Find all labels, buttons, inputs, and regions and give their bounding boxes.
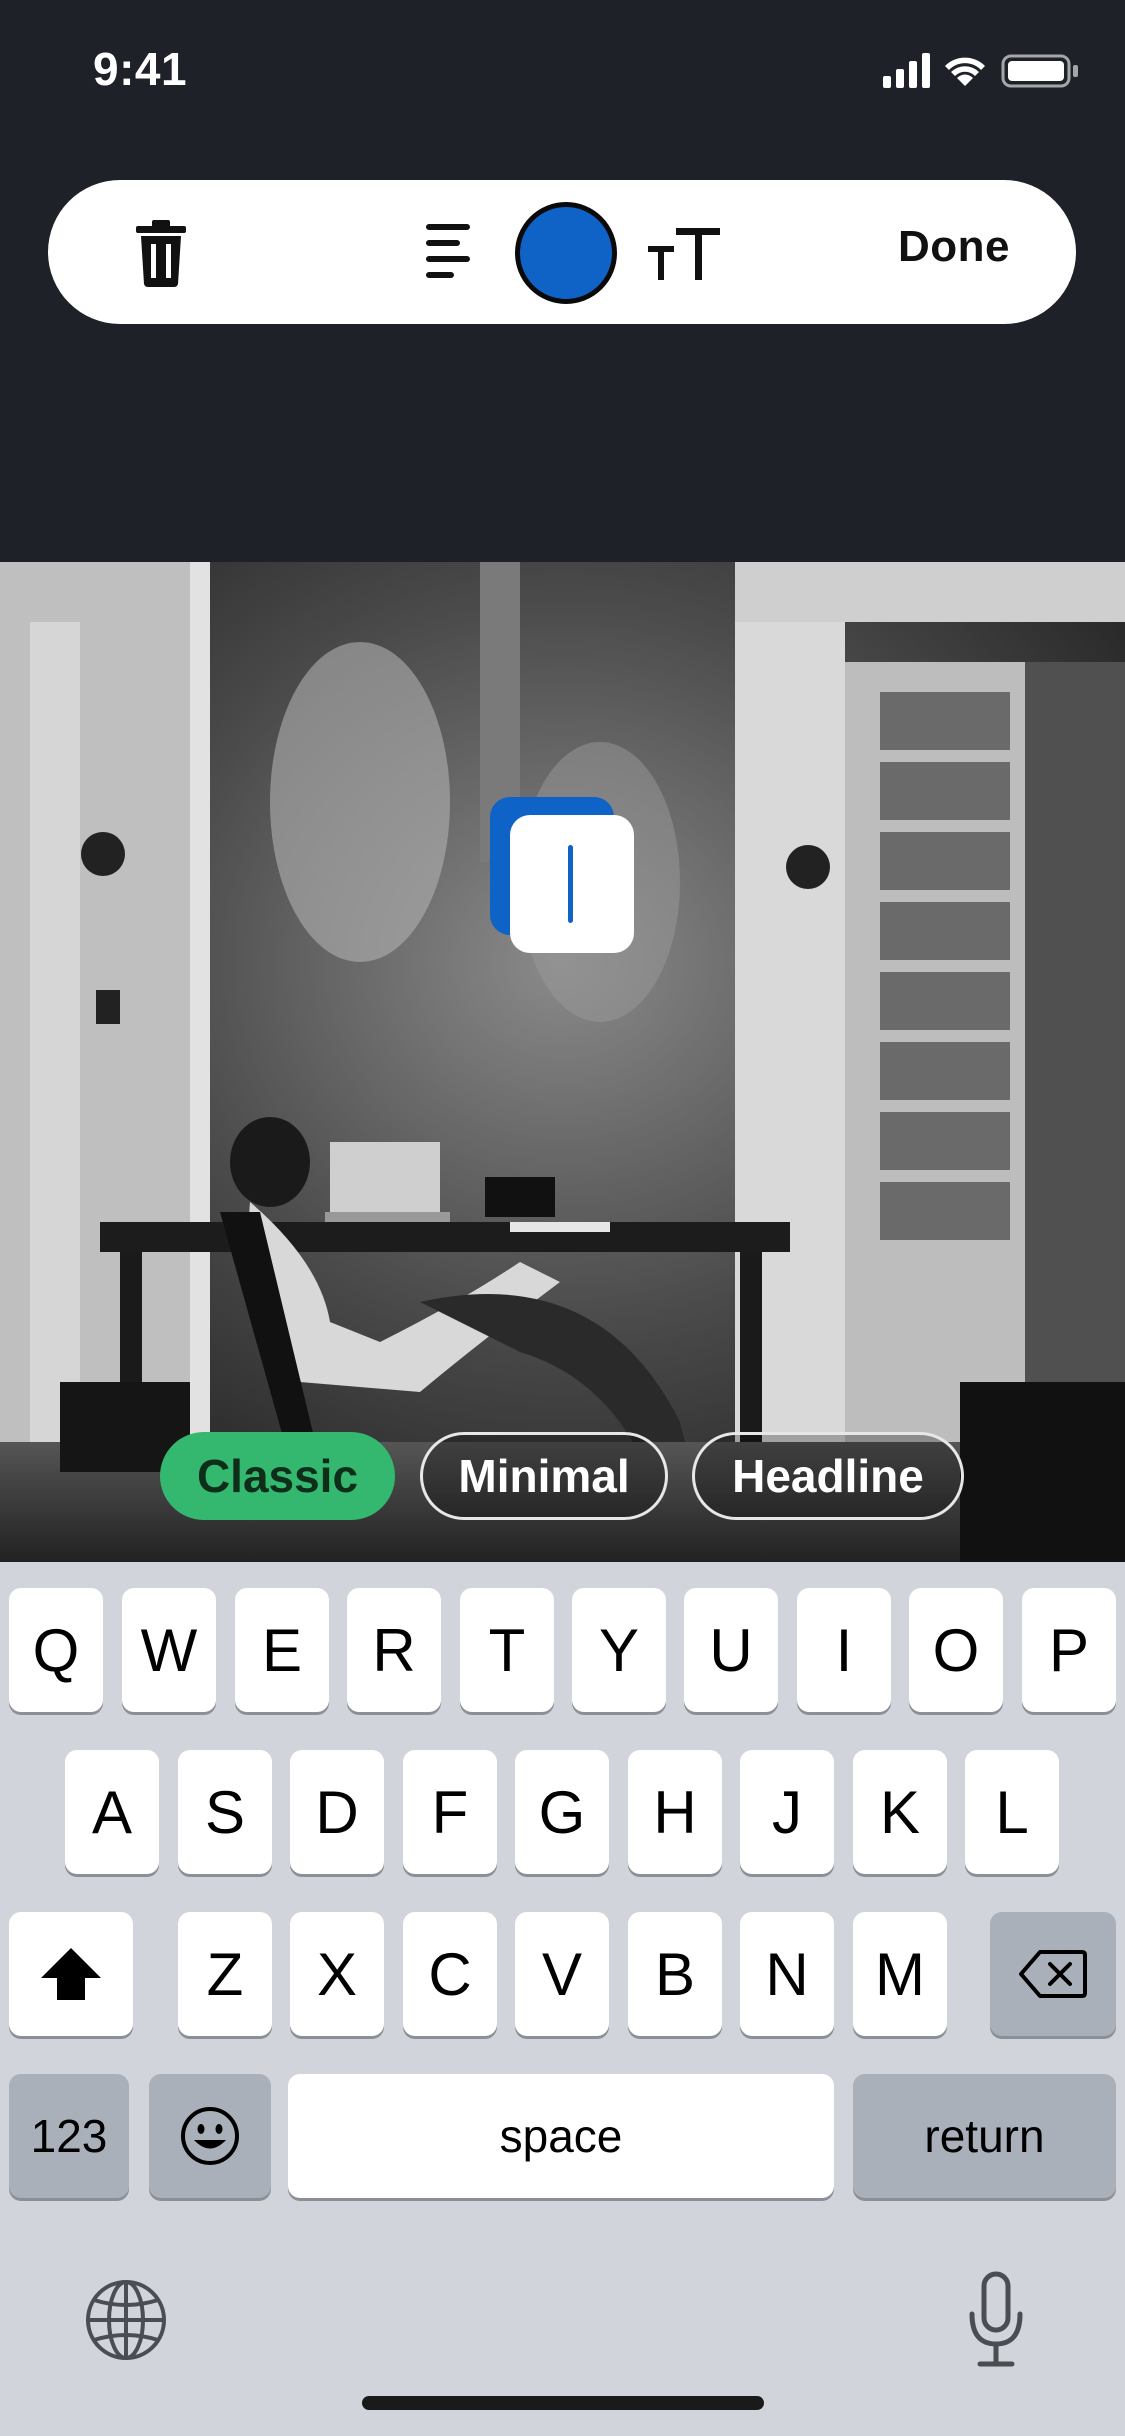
text-input-box[interactable]	[510, 815, 634, 953]
key-e[interactable]: E	[235, 1588, 329, 1712]
key-y[interactable]: Y	[572, 1588, 666, 1712]
key-b[interactable]: B	[628, 1912, 722, 2036]
wifi-icon	[945, 57, 985, 86]
done-button[interactable]: Done	[898, 222, 1010, 272]
battery-icon	[1001, 54, 1078, 88]
key-f[interactable]: F	[403, 1750, 497, 1874]
key-x[interactable]: X	[290, 1912, 384, 2036]
text-editing-toolbar: Done	[48, 180, 1076, 324]
color-picker-button[interactable]	[515, 202, 617, 304]
home-indicator[interactable]	[362, 2396, 764, 2410]
microphone-icon[interactable]	[964, 2270, 1028, 2370]
globe-icon[interactable]	[84, 2278, 168, 2362]
text-style-selector: Classic Minimal Headline	[0, 1432, 1125, 1526]
shift-icon	[41, 1948, 101, 2000]
style-chip-headline[interactable]: Headline	[692, 1432, 964, 1520]
key-u[interactable]: U	[684, 1588, 778, 1712]
key-n[interactable]: N	[740, 1912, 834, 2036]
key-d[interactable]: D	[290, 1750, 384, 1874]
delete-key[interactable]	[990, 1912, 1116, 2036]
status-icons	[883, 53, 1078, 88]
key-t[interactable]: T	[460, 1588, 554, 1712]
key-l[interactable]: L	[965, 1750, 1059, 1874]
key-i[interactable]: I	[797, 1588, 891, 1712]
align-left-icon[interactable]	[418, 220, 478, 284]
key-r[interactable]: R	[347, 1588, 441, 1712]
key-v[interactable]: V	[515, 1912, 609, 2036]
cellular-signal-icon	[883, 53, 930, 88]
key-g[interactable]: G	[515, 1750, 609, 1874]
key-w[interactable]: W	[122, 1588, 216, 1712]
return-key[interactable]: return	[853, 2074, 1116, 2198]
key-a[interactable]: A	[65, 1750, 159, 1874]
key-o[interactable]: O	[909, 1588, 1003, 1712]
key-c[interactable]: C	[403, 1912, 497, 2036]
numbers-key[interactable]: 123	[9, 2074, 129, 2198]
key-k[interactable]: K	[853, 1750, 947, 1874]
key-q[interactable]: Q	[9, 1588, 103, 1712]
emoji-icon	[181, 2107, 239, 2165]
trash-icon[interactable]	[130, 218, 192, 288]
text-cursor	[568, 845, 573, 923]
emoji-key[interactable]	[149, 2074, 271, 2198]
key-p[interactable]: P	[1022, 1588, 1116, 1712]
text-size-icon[interactable]	[644, 220, 724, 284]
key-h[interactable]: H	[628, 1750, 722, 1874]
shift-key[interactable]	[9, 1912, 133, 2036]
space-key[interactable]: space	[288, 2074, 834, 2198]
key-m[interactable]: M	[853, 1912, 947, 2036]
key-z[interactable]: Z	[178, 1912, 272, 2036]
style-chip-minimal[interactable]: Minimal	[420, 1432, 668, 1520]
keyboard: Q W E R T Y U I O P A S D F G H J K L Z …	[0, 1562, 1125, 2436]
background-photo	[0, 562, 1125, 1562]
style-chip-classic[interactable]: Classic	[160, 1432, 395, 1520]
status-time: 9:41	[93, 43, 188, 95]
delete-icon	[1019, 1950, 1087, 1998]
key-s[interactable]: S	[178, 1750, 272, 1874]
key-j[interactable]: J	[740, 1750, 834, 1874]
